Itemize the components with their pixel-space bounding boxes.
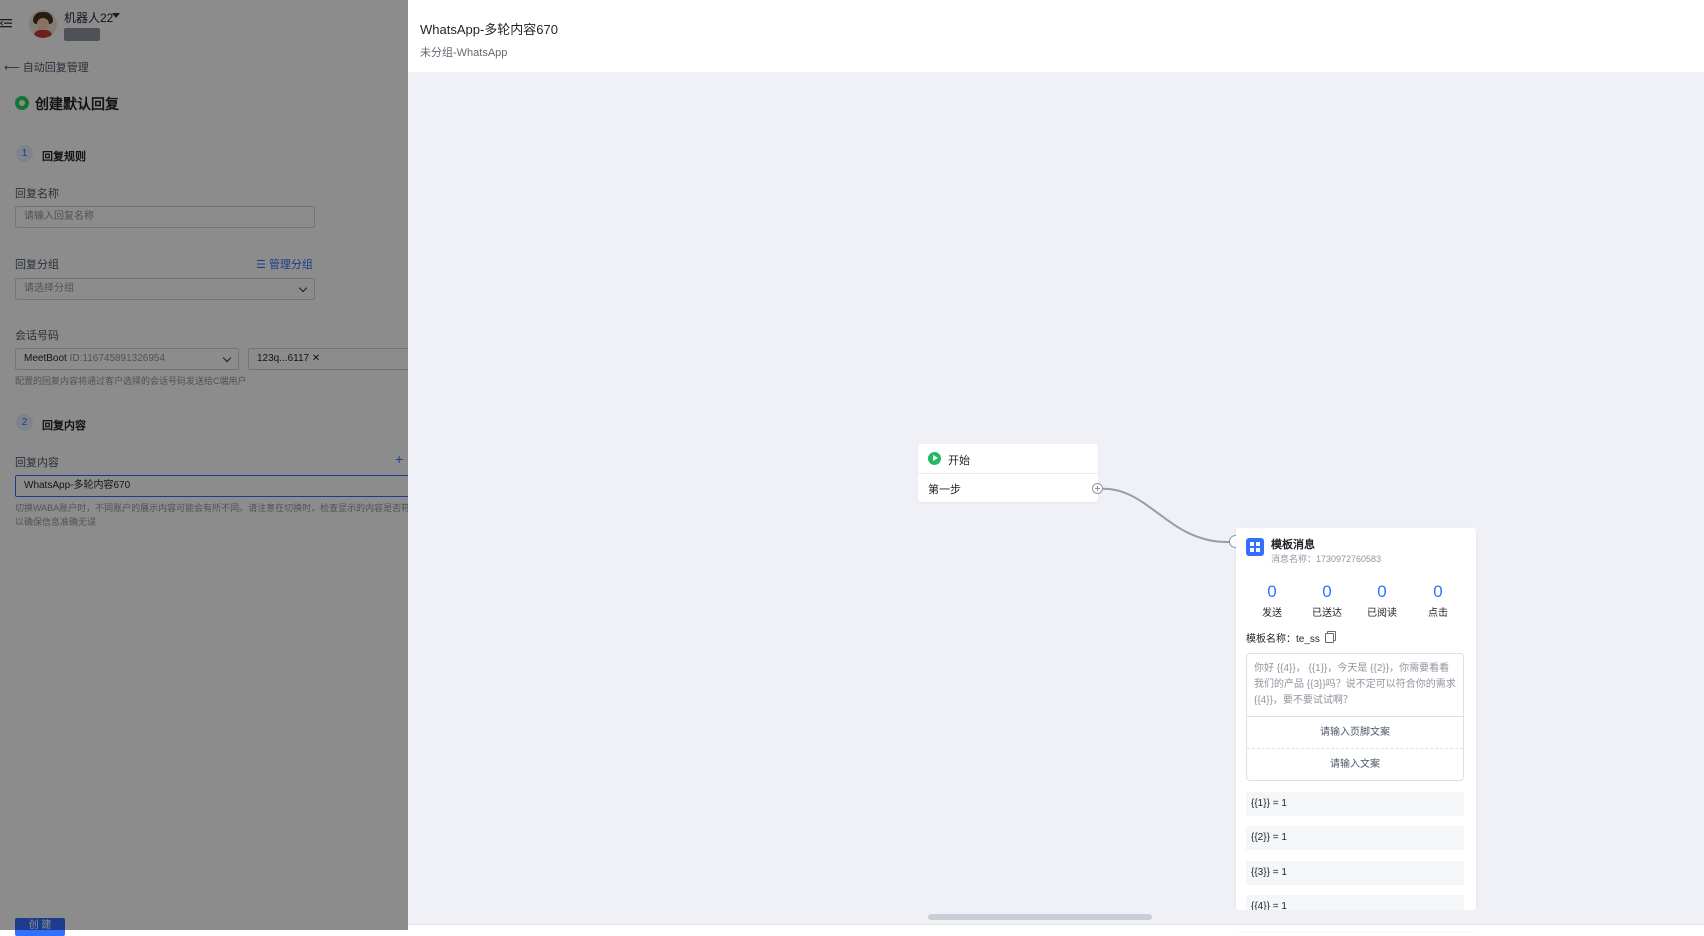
template-message-node[interactable]: 模板消息 消息名称：1730972760583 0 发送 0 已送达 0 已阅读 0 点… xyxy=(1236,528,1476,930)
footer-placeholder[interactable]: 请输入页脚文案 xyxy=(1247,717,1463,749)
stat-value: 0 xyxy=(1377,582,1387,601)
message-name: 消息名称：1730972760583 xyxy=(1271,554,1382,564)
first-step-label: 第一步 xyxy=(928,484,961,496)
play-icon xyxy=(928,452,941,465)
template-icon xyxy=(1246,538,1264,556)
template-name-row: 模板名称：te_ss xyxy=(1246,630,1334,645)
stat-clicked: 0 点击 xyxy=(1411,582,1465,619)
stat-delivered: 0 已送达 xyxy=(1300,582,1354,619)
template-body-text: 你好 {{4}}， {{1}}，今天是 {{2}}，你需要看看我们的产品 {{3… xyxy=(1247,654,1463,717)
modal-mask[interactable] xyxy=(0,0,408,930)
variable-row: {{3}} = 1 xyxy=(1246,861,1464,885)
stat-label: 发送 xyxy=(1262,608,1282,619)
stat-value: 0 xyxy=(1267,582,1277,601)
template-name-label: 模板名称： xyxy=(1246,634,1296,645)
stat-read: 0 已阅读 xyxy=(1355,582,1409,619)
template-name-value: te_ss xyxy=(1296,634,1320,645)
template-node-title: 模板消息 xyxy=(1271,539,1315,551)
stat-label: 点击 xyxy=(1428,608,1448,619)
stat-label: 已送达 xyxy=(1312,608,1342,619)
stat-label: 已阅读 xyxy=(1367,608,1397,619)
start-node[interactable]: 开始 第一步 xyxy=(918,444,1098,502)
button-placeholder[interactable]: 请输入文案 xyxy=(1247,749,1463,780)
start-node-label: 开始 xyxy=(948,455,970,467)
stat-sent: 0 发送 xyxy=(1245,582,1299,619)
copy-icon[interactable] xyxy=(1324,633,1334,643)
stat-value: 0 xyxy=(1322,582,1332,601)
add-connection-icon[interactable] xyxy=(1092,483,1103,494)
flow-preview-drawer: WhatsApp-多轮内容670 未分组-WhatsApp 开始 第一步 模板消… xyxy=(408,4,1704,931)
start-node-header: 开始 xyxy=(918,444,1098,474)
template-preview: 你好 {{4}}， {{1}}，今天是 {{2}}，你需要看看我们的产品 {{3… xyxy=(1246,653,1464,781)
horizontal-scrollbar[interactable] xyxy=(928,914,1152,920)
stat-value: 0 xyxy=(1433,582,1443,601)
variable-row: {{1}} = 1 xyxy=(1246,792,1464,816)
variable-row: {{2}} = 1 xyxy=(1246,826,1464,850)
